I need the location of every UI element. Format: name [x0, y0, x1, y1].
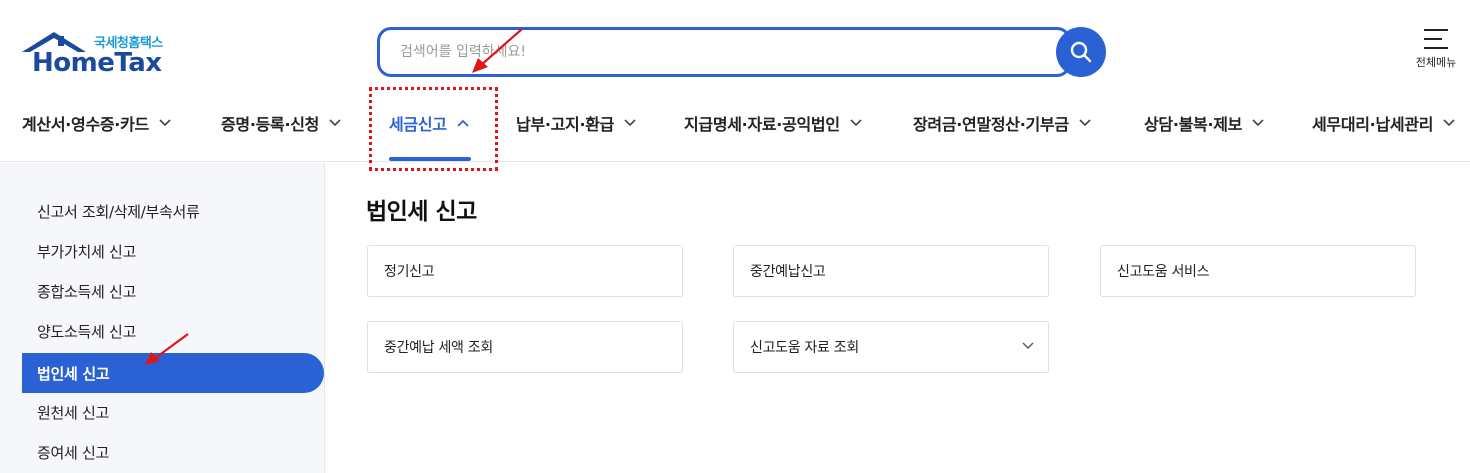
main-nav: 계산서·영수증·카드 증명·등록·신청 세금신고 납부·고지·환급 지급명세·자… [0, 100, 1470, 162]
sidebar: 신고서 조회/삭제/부속서류 부가가치세 신고 종합소득세 신고 양도소득세 신… [0, 163, 325, 473]
nav-item-label: 납부·고지·환급 [516, 115, 615, 134]
card-filing-help-service[interactable]: 신고도움 서비스 [1100, 245, 1416, 297]
hamburger-icon [1424, 29, 1448, 49]
full-menu-button[interactable]: 전체메뉴 [1406, 28, 1466, 70]
search-icon [1070, 41, 1092, 63]
card-interim-tax-inquiry[interactable]: 중간예납 세액 조회 [367, 321, 683, 373]
hometax-page: 국세청홈택스 HomeTax 전체메뉴 계산서·영수증·카드 증명·등록·신청 [0, 0, 1470, 473]
card-filing-help-data-inquiry[interactable]: 신고도움 자료 조회 [733, 321, 1049, 373]
card-interim-prepayment-return[interactable]: 중간예납신고 [733, 245, 1049, 297]
chevron-down-icon [1252, 119, 1264, 127]
full-menu-label: 전체메뉴 [1415, 56, 1457, 69]
sidebar-item-return-inquiry[interactable]: 신고서 조회/삭제/부속서류 [22, 191, 324, 231]
logo-wordmark: HomeTax [32, 48, 162, 78]
annotation-arrow-icon [145, 333, 189, 365]
card-label: 정기신고 [384, 264, 435, 280]
nav-item-certificate-registration[interactable]: 증명·등록·신청 [221, 110, 341, 136]
chevron-down-icon [624, 119, 636, 127]
chevron-down-icon [159, 119, 171, 127]
sidebar-item-withholding-tax-return[interactable]: 원천세 신고 [22, 392, 324, 432]
hometax-logo[interactable]: 국세청홈택스 HomeTax [20, 30, 180, 80]
card-label: 신고도움 서비스 [1117, 264, 1210, 280]
nav-item-consult-appeal-report[interactable]: 상담·불복·제보 [1144, 110, 1264, 136]
chevron-down-icon [850, 119, 862, 127]
nav-item-label: 상담·불복·제보 [1144, 115, 1243, 134]
card-label: 신고도움 자료 조회 [750, 340, 859, 356]
nav-item-payment-notice-refund[interactable]: 납부·고지·환급 [516, 110, 636, 136]
page-title: 법인세 신고 [366, 199, 477, 225]
nav-item-label: 계산서·영수증·카드 [22, 115, 149, 134]
card-label: 중간예납 세액 조회 [384, 340, 493, 356]
chevron-down-icon [329, 119, 341, 127]
nav-item-label: 지급명세·자료·공익법인 [684, 115, 840, 134]
nav-item-payment-statement-public-corp[interactable]: 지급명세·자료·공익법인 [684, 110, 862, 136]
nav-item-invoice-receipt-card[interactable]: 계산서·영수증·카드 [22, 110, 171, 136]
annotation-arrow-icon [472, 28, 523, 73]
nav-item-incentive-year-end-donation[interactable]: 장려금·연말정산·기부금 [913, 110, 1091, 136]
nav-item-label: 세무대리·납세관리 [1312, 115, 1434, 134]
nav-item-tax-agent-management[interactable]: 세무대리·납세관리 [1312, 110, 1455, 136]
sidebar-item-gift-tax-return[interactable]: 증여세 신고 [22, 432, 324, 472]
card-label: 중간예납신고 [750, 264, 826, 280]
card-regular-return[interactable]: 정기신고 [367, 245, 683, 297]
chevron-down-icon[interactable] [1022, 342, 1034, 350]
nav-item-label: 장려금·연말정산·기부금 [913, 115, 1069, 134]
nav-item-label: 증명·등록·신청 [221, 115, 320, 134]
chevron-down-icon [1443, 119, 1455, 127]
sidebar-item-vat-return[interactable]: 부가가치세 신고 [22, 231, 324, 271]
chevron-down-icon [1079, 119, 1091, 127]
search-button[interactable] [1056, 27, 1106, 77]
sidebar-item-income-tax-return[interactable]: 종합소득세 신고 [22, 271, 324, 311]
annotation-highlight-box [369, 87, 498, 171]
